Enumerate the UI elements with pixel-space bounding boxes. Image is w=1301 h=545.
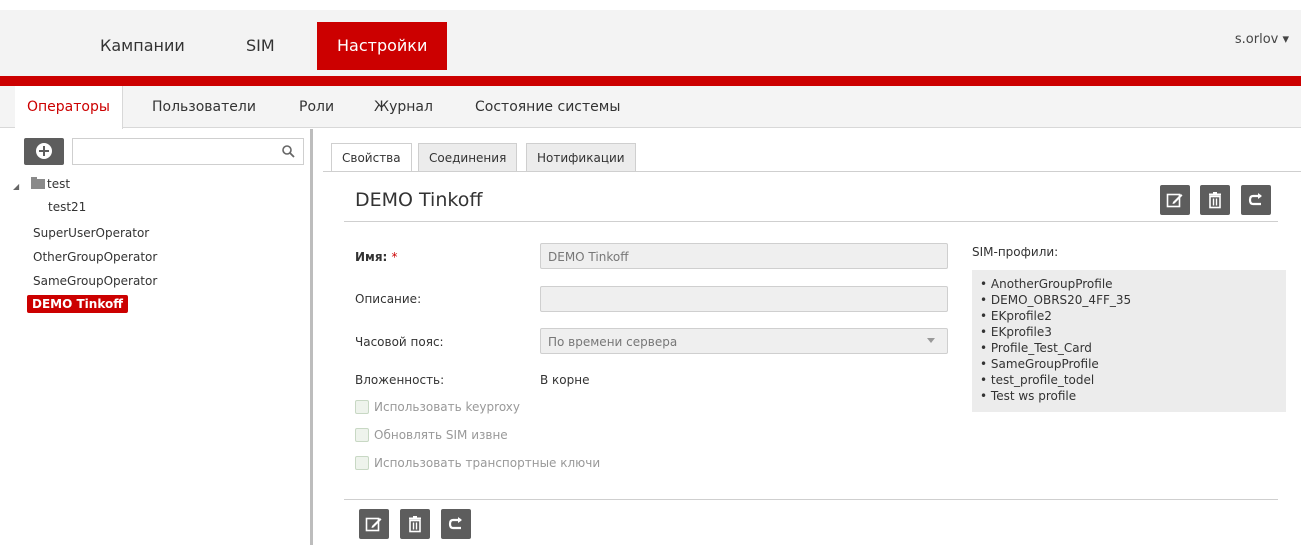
page-title: DEMO Tinkoff	[355, 189, 483, 211]
tab-connections[interactable]: Соединения	[418, 143, 518, 172]
checkbox-icon[interactable]	[355, 428, 369, 442]
title-divider	[344, 221, 1278, 222]
tree-folder-label: test	[47, 177, 71, 191]
edit-icon	[365, 517, 382, 532]
tab-notifications[interactable]: Нотификации	[526, 143, 636, 172]
plus-circle-icon	[36, 143, 52, 159]
nav-settings[interactable]: Настройки	[317, 22, 448, 70]
sim-profile-item: Test ws profile	[980, 388, 1286, 404]
sim-profiles-title: SIM-профили:	[972, 245, 1059, 259]
sim-profile-item: AnotherGroupProfile	[980, 276, 1286, 292]
tab-properties[interactable]: Свойства	[331, 143, 412, 172]
trash-icon	[409, 516, 421, 533]
add-operator-button[interactable]	[24, 138, 64, 165]
tree-item-samegroup-operator[interactable]: SameGroupOperator	[33, 274, 157, 288]
sim-profile-item: Profile_Test_Card	[980, 340, 1286, 356]
folder-icon	[31, 177, 45, 189]
subnav-operators[interactable]: Операторы	[15, 86, 123, 129]
sim-profiles-list: AnotherGroupProfile DEMO_OBRS20_4FF_35 E…	[972, 270, 1286, 412]
sim-profile-item: EKprofile3	[980, 324, 1286, 340]
nav-campaigns[interactable]: Кампании	[80, 22, 205, 70]
tree-folder-test[interactable]: test	[31, 177, 70, 191]
description-label: Описание:	[355, 292, 422, 306]
sim-profile-item: test_profile_todel	[980, 372, 1286, 388]
edit-button[interactable]	[1160, 185, 1190, 215]
delete-button-bottom[interactable]	[400, 509, 430, 539]
sim-profile-item: DEMO_OBRS20_4FF_35	[980, 292, 1286, 308]
edit-icon	[1166, 193, 1183, 208]
trash-icon	[1209, 192, 1221, 209]
search-input[interactable]	[73, 139, 273, 164]
search-icon[interactable]	[282, 145, 295, 158]
transport-keys-checkbox[interactable]: Использовать транспортные ключи	[355, 456, 600, 470]
name-field[interactable]: DEMO Tinkoff	[540, 243, 948, 269]
timezone-select[interactable]: По времени сервера	[540, 328, 948, 354]
checkbox-icon[interactable]	[355, 456, 369, 470]
subnav-system-state[interactable]: Состояние системы	[463, 86, 632, 128]
user-menu[interactable]: s.orlov ▾	[1235, 32, 1289, 47]
nesting-label: Вложенность:	[355, 373, 445, 387]
delete-button[interactable]	[1200, 185, 1230, 215]
tree-item-othergroup-operator[interactable]: OtherGroupOperator	[33, 250, 157, 264]
nesting-value: В корне	[540, 373, 590, 387]
tree-item-demo-tinkoff[interactable]: DEMO Tinkoff	[27, 295, 128, 313]
sim-profile-item: EKprofile2	[980, 308, 1286, 324]
refresh-button[interactable]	[1241, 185, 1271, 215]
operator-search-box	[72, 138, 304, 165]
description-field[interactable]	[540, 286, 948, 312]
edit-button-bottom[interactable]	[359, 509, 389, 539]
checkbox-icon[interactable]	[355, 400, 369, 414]
top-navigation: Кампании SIM Настройки s.orlov ▾	[0, 0, 1301, 76]
subnav-roles[interactable]: Роли	[287, 86, 346, 128]
name-label: Имя: *	[355, 250, 398, 264]
redo-icon	[1248, 193, 1262, 206]
nav-sim[interactable]: SIM	[226, 22, 295, 70]
subnav-users[interactable]: Пользователи	[140, 86, 268, 128]
subnav-journal[interactable]: Журнал	[362, 86, 445, 128]
refresh-button-bottom[interactable]	[441, 509, 471, 539]
redo-icon	[448, 517, 462, 530]
sim-profile-item: SameGroupProfile	[980, 356, 1286, 372]
tab-divider	[323, 171, 1301, 172]
tree-expand-icon[interactable]: ◢	[13, 182, 19, 191]
external-sim-update-checkbox[interactable]: Обновлять SIM извне	[355, 428, 508, 442]
tree-item-superuser-operator[interactable]: SuperUserOperator	[33, 226, 149, 240]
timezone-label: Часовой пояс:	[355, 335, 444, 349]
required-mark: *	[391, 250, 398, 264]
operators-sidebar: ◢ test test21 SuperUserOperator OtherGro…	[0, 129, 313, 545]
tree-item-test21[interactable]: test21	[48, 200, 86, 214]
keyproxy-checkbox[interactable]: Использовать keyproxy	[355, 400, 520, 414]
accent-bar	[0, 76, 1301, 86]
chevron-down-icon	[927, 338, 935, 343]
sub-navigation: Операторы Пользователи Роли Журнал Состо…	[0, 86, 1301, 129]
bottom-divider	[344, 499, 1278, 500]
